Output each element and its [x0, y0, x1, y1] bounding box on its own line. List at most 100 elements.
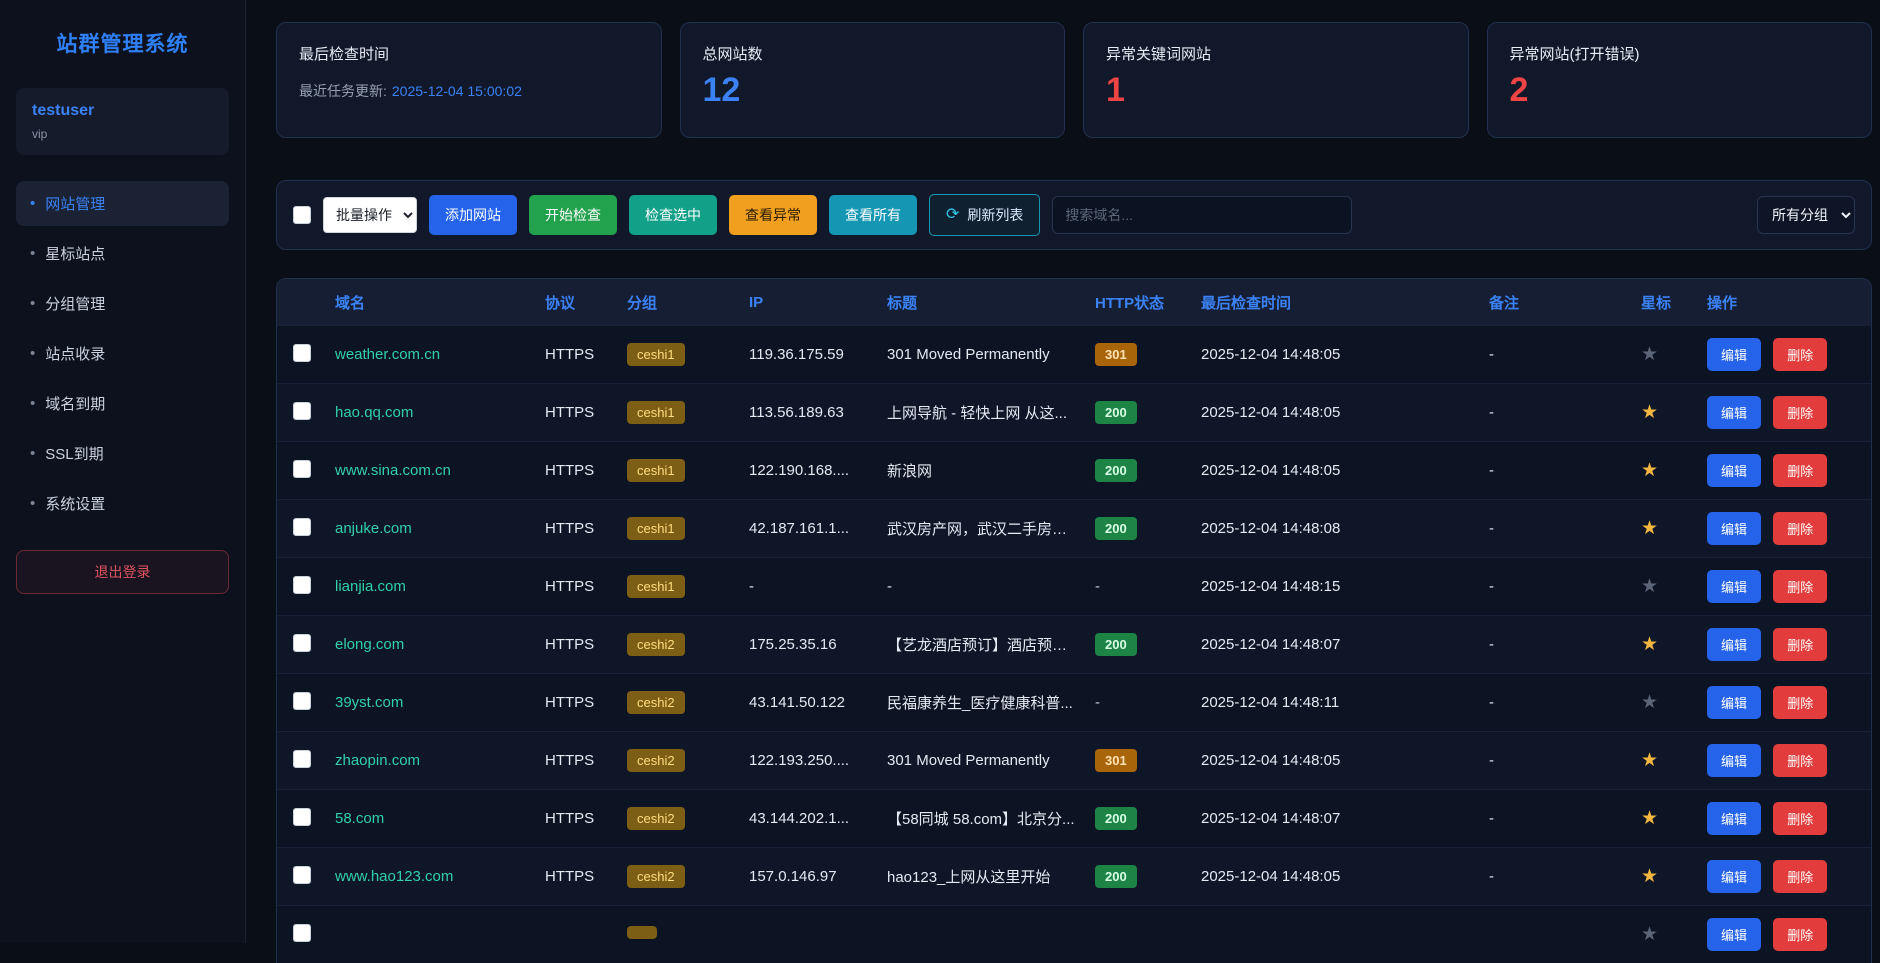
- row-checkbox[interactable]: [293, 518, 311, 536]
- sidebar-item-label: 站点收录: [45, 343, 105, 364]
- sidebar-item-system-settings[interactable]: • 系统设置: [16, 481, 229, 526]
- domain-link[interactable]: lianjia.com: [335, 578, 406, 595]
- domain-link[interactable]: www.hao123.com: [335, 868, 453, 885]
- stat-card-last-check: 最后检查时间 最近任务更新:2025-12-04 15:00:02: [276, 22, 662, 138]
- sidebar-item-starred-sites[interactable]: • 星标站点: [16, 231, 229, 276]
- edit-button[interactable]: 编辑: [1707, 628, 1761, 661]
- stat-card-total-sites: 总网站数 12: [680, 22, 1066, 138]
- last-check-time: 2025-12-04 14:48:07: [1191, 636, 1479, 653]
- row-checkbox[interactable]: [293, 866, 311, 884]
- logout-button[interactable]: 退出登录: [16, 550, 229, 594]
- edit-button[interactable]: 编辑: [1707, 686, 1761, 719]
- delete-button[interactable]: 删除: [1773, 570, 1827, 603]
- toolbar-buttons: 添加网站 开始检查 检查选中 查看异常 查看所有 ⟳刷新列表: [429, 194, 1040, 236]
- sidebar-item-group-management[interactable]: • 分组管理: [16, 281, 229, 326]
- total-sites-value: 12: [703, 73, 1043, 107]
- star-toggle[interactable]: ★: [1641, 924, 1658, 945]
- star-toggle[interactable]: ★: [1641, 808, 1658, 829]
- edit-button[interactable]: 编辑: [1707, 570, 1761, 603]
- star-toggle[interactable]: ★: [1641, 576, 1658, 597]
- row-checkbox[interactable]: [293, 692, 311, 710]
- view-all-button[interactable]: 查看所有: [829, 195, 917, 235]
- http-status-empty: -: [1085, 694, 1191, 711]
- refresh-list-button[interactable]: ⟳刷新列表: [929, 194, 1040, 236]
- site-title: 上网导航 - 轻快上网 从这...: [877, 402, 1085, 423]
- domain-link[interactable]: www.sina.com.cn: [335, 462, 451, 479]
- star-toggle[interactable]: ★: [1641, 692, 1658, 713]
- header-actions: 操作: [1697, 292, 1871, 313]
- row-checkbox[interactable]: [293, 808, 311, 826]
- search-input[interactable]: [1052, 196, 1352, 234]
- domain-link[interactable]: zhaopin.com: [335, 752, 420, 769]
- group-filter-select[interactable]: 所有分组: [1757, 196, 1855, 234]
- delete-button[interactable]: 删除: [1773, 628, 1827, 661]
- row-checkbox[interactable]: [293, 344, 311, 362]
- edit-button[interactable]: 编辑: [1707, 454, 1761, 487]
- bullet-icon: •: [30, 246, 35, 261]
- ip-label: 42.187.161.1...: [739, 520, 877, 537]
- edit-button[interactable]: 编辑: [1707, 744, 1761, 777]
- sites-table: 域名 协议 分组 IP 标题 HTTP状态 最后检查时间 备注 星标 操作 we…: [276, 278, 1872, 963]
- row-checkbox[interactable]: [293, 924, 311, 942]
- edit-button[interactable]: 编辑: [1707, 918, 1761, 951]
- delete-button[interactable]: 删除: [1773, 512, 1827, 545]
- group-badge: ceshi2: [627, 807, 685, 830]
- row-checkbox[interactable]: [293, 460, 311, 478]
- sidebar-item-site-management[interactable]: • 网站管理: [16, 181, 229, 226]
- group-badge: ceshi1: [627, 401, 685, 424]
- header-note: 备注: [1479, 292, 1631, 313]
- star-toggle[interactable]: ★: [1641, 866, 1658, 887]
- last-check-time: 2025-12-04 14:48:11: [1191, 694, 1479, 711]
- bulk-action-select[interactable]: 批量操作: [323, 197, 417, 233]
- protocol-label: HTTPS: [535, 404, 617, 421]
- start-check-button[interactable]: 开始检查: [529, 195, 617, 235]
- star-toggle[interactable]: ★: [1641, 634, 1658, 655]
- row-checkbox[interactable]: [293, 750, 311, 768]
- edit-button[interactable]: 编辑: [1707, 396, 1761, 429]
- delete-button[interactable]: 删除: [1773, 744, 1827, 777]
- protocol-label: HTTPS: [535, 520, 617, 537]
- group-badge: ceshi1: [627, 343, 685, 366]
- view-abnormal-button[interactable]: 查看异常: [729, 195, 817, 235]
- http-status-badge: 200: [1095, 807, 1137, 830]
- star-toggle[interactable]: ★: [1641, 402, 1658, 423]
- delete-button[interactable]: 删除: [1773, 686, 1827, 719]
- delete-button[interactable]: 删除: [1773, 338, 1827, 371]
- star-toggle[interactable]: ★: [1641, 344, 1658, 365]
- http-status-badge: 301: [1095, 749, 1137, 772]
- add-site-button[interactable]: 添加网站: [429, 195, 517, 235]
- domain-link[interactable]: 39yst.com: [335, 694, 403, 711]
- delete-button[interactable]: 删除: [1773, 802, 1827, 835]
- star-toggle[interactable]: ★: [1641, 750, 1658, 771]
- domain-link[interactable]: elong.com: [335, 636, 404, 653]
- edit-button[interactable]: 编辑: [1707, 860, 1761, 893]
- delete-button[interactable]: 删除: [1773, 396, 1827, 429]
- delete-button[interactable]: 删除: [1773, 918, 1827, 951]
- delete-button[interactable]: 删除: [1773, 454, 1827, 487]
- row-checkbox[interactable]: [293, 576, 311, 594]
- keyword-alerts-value: 1: [1106, 73, 1446, 107]
- protocol-label: HTTPS: [535, 694, 617, 711]
- star-toggle[interactable]: ★: [1641, 518, 1658, 539]
- star-toggle[interactable]: ★: [1641, 460, 1658, 481]
- sidebar-item-ssl-expiry[interactable]: • SSL到期: [16, 431, 229, 476]
- site-title: 【艺龙酒店预订】酒店预订...: [877, 634, 1085, 655]
- button-label: 查看异常: [745, 207, 801, 223]
- delete-button[interactable]: 删除: [1773, 860, 1827, 893]
- domain-link[interactable]: weather.com.cn: [335, 346, 440, 363]
- domain-link[interactable]: anjuke.com: [335, 520, 412, 537]
- edit-button[interactable]: 编辑: [1707, 512, 1761, 545]
- edit-button[interactable]: 编辑: [1707, 802, 1761, 835]
- edit-button[interactable]: 编辑: [1707, 338, 1761, 371]
- domain-link[interactable]: hao.qq.com: [335, 404, 413, 421]
- row-checkbox[interactable]: [293, 402, 311, 420]
- sidebar-item-domain-expiry[interactable]: • 域名到期: [16, 381, 229, 426]
- domain-link[interactable]: 58.com: [335, 810, 384, 827]
- row-checkbox[interactable]: [293, 634, 311, 652]
- header-domain: 域名: [325, 292, 535, 313]
- sidebar-item-site-indexing[interactable]: • 站点收录: [16, 331, 229, 376]
- select-all-checkbox[interactable]: [293, 206, 311, 224]
- check-selected-button[interactable]: 检查选中: [629, 195, 717, 235]
- table-row: hao.qq.com HTTPS ceshi1 113.56.189.63 上网…: [277, 383, 1871, 441]
- last-check-time: 2025-12-04 14:48:05: [1191, 404, 1479, 421]
